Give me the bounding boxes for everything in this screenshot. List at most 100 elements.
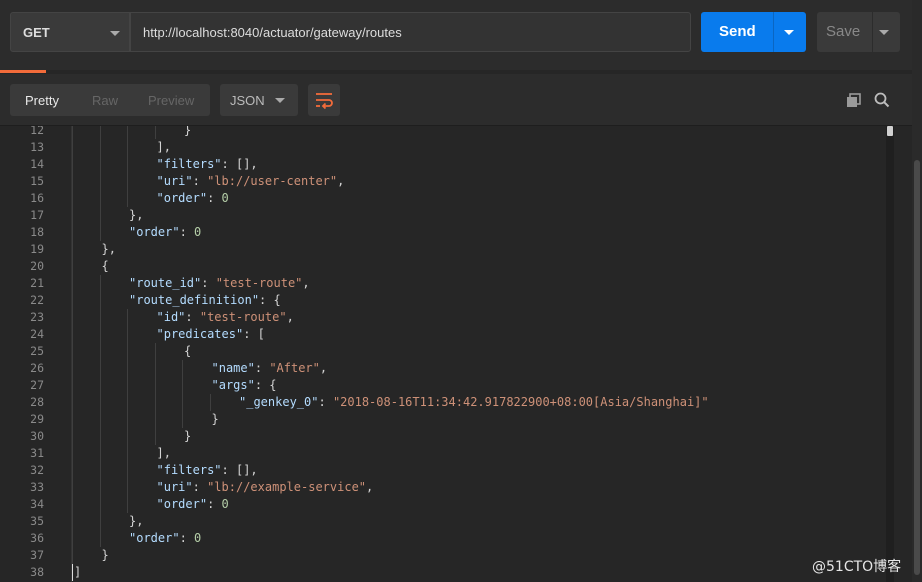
code-token: "filters"	[156, 157, 222, 171]
code-token: {	[101, 259, 109, 273]
indent-guide	[72, 462, 73, 479]
line-number: 26	[30, 361, 44, 375]
code-line: "_genkey_0": "2018-08-16T11:34:42.917822…	[239, 394, 709, 411]
code-line: "uri": "lb://example-service",	[157, 479, 374, 496]
indent-guide	[72, 496, 73, 513]
method-dropdown[interactable]: GET	[10, 12, 130, 52]
code-token: : {	[254, 378, 277, 392]
line-number: 35	[30, 514, 44, 528]
indent-guide	[99, 445, 101, 462]
indent-guide	[182, 360, 183, 377]
url-input[interactable]	[130, 12, 691, 52]
line-number: 36	[30, 531, 44, 545]
indent-guide	[99, 394, 101, 411]
code-token: : [],	[221, 463, 258, 477]
code-token: 0	[221, 191, 229, 205]
code-token: :	[192, 480, 208, 494]
code-token: },	[101, 242, 116, 256]
indent-guide	[154, 360, 156, 377]
format-dropdown[interactable]: JSON	[220, 84, 298, 116]
indent-guide	[127, 377, 128, 394]
line-number: 15	[30, 174, 44, 188]
send-options-chevron-icon[interactable]	[784, 30, 794, 35]
indent-guide	[72, 445, 73, 462]
code-token: :	[207, 191, 222, 205]
code-token: "lb://user-center"	[207, 174, 338, 188]
send-label: Send	[719, 23, 756, 40]
method-label: GET	[23, 25, 50, 40]
indent-guide	[127, 126, 128, 139]
response-body[interactable]: 12 13 14 15 16 17 18 19 20 21 22 23 24 25 26 27 28 29 30 31…	[0, 126, 922, 582]
indent-guide	[127, 445, 128, 462]
response-toolbar: Pretty Raw Preview JSON	[0, 74, 922, 126]
indent-guide	[72, 360, 73, 377]
editor-scrollbar-track[interactable]	[886, 126, 894, 582]
indent-guide	[154, 394, 156, 411]
code-line: "name": "After",	[212, 360, 328, 377]
line-number: 20	[30, 259, 44, 273]
code-token: ,	[366, 480, 374, 494]
tab-raw[interactable]: Raw	[92, 93, 118, 108]
tab-pretty[interactable]: Pretty	[25, 93, 59, 108]
indent-guide	[99, 173, 101, 190]
indent-guide	[72, 190, 73, 207]
code-line: {	[102, 258, 109, 275]
indent-guide	[72, 292, 73, 309]
code-token: : [],	[221, 157, 258, 171]
line-number: 38	[30, 565, 44, 579]
indent-guide	[99, 126, 101, 139]
code-token: },	[129, 514, 144, 528]
code-line: }	[184, 428, 191, 445]
indent-guide	[127, 173, 128, 190]
code-line: }	[212, 411, 219, 428]
request-bar: GET Send Save	[0, 0, 922, 70]
indent-guide	[127, 360, 128, 377]
code-token: }	[211, 412, 219, 426]
code-token: "route_id"	[129, 276, 202, 290]
editor-scrollbar-thumb[interactable]	[887, 126, 893, 136]
copy-icon[interactable]	[846, 93, 862, 109]
code-line: ]	[74, 564, 81, 581]
code-line: ],	[157, 139, 171, 156]
indent-guide	[127, 462, 128, 479]
tab-preview[interactable]: Preview	[148, 93, 194, 108]
view-mode-group: Pretty Raw Preview	[10, 84, 210, 116]
line-number: 31	[30, 446, 44, 460]
line-number: 23	[30, 310, 44, 324]
indent-guide	[72, 394, 73, 411]
code-token: "test-route"	[199, 310, 287, 324]
indent-guide	[99, 530, 101, 547]
code-token: "After"	[269, 361, 320, 375]
indent-guide	[127, 394, 128, 411]
code-line: "route_id": "test-route",	[129, 275, 310, 292]
line-number-gutter: 12 13 14 15 16 17 18 19 20 21 22 23 24 25 26 27 28 29 30 31…	[0, 126, 72, 582]
save-options-chevron-icon[interactable]	[879, 30, 889, 35]
indent-guide	[99, 275, 101, 292]
code-token: 0	[221, 497, 229, 511]
code-token: "args"	[211, 378, 255, 392]
indent-guide	[127, 156, 128, 173]
code-token: "order"	[129, 225, 180, 239]
indent-guide	[127, 496, 128, 513]
code-token: 0	[194, 225, 202, 239]
line-number: 24	[30, 327, 44, 341]
page-scrollbar-thumb[interactable]	[914, 160, 920, 575]
line-number: 33	[30, 480, 44, 494]
indent-guide	[99, 139, 101, 156]
search-icon[interactable]	[874, 92, 890, 108]
send-button[interactable]: Send	[701, 12, 806, 52]
indent-guide	[72, 343, 73, 360]
chevron-down-icon	[110, 31, 120, 36]
save-button[interactable]: Save	[817, 12, 900, 52]
indent-guide	[182, 411, 183, 428]
wrap-lines-button[interactable]	[308, 84, 340, 116]
code-token: ,	[302, 276, 310, 290]
line-number: 19	[30, 242, 44, 256]
active-tab-accent	[0, 70, 46, 73]
indent-guide	[72, 411, 73, 428]
indent-guide	[127, 479, 128, 496]
code-token: },	[129, 208, 144, 222]
code-token: : {	[259, 293, 281, 307]
code-token: ,	[337, 174, 345, 188]
line-number: 17	[30, 208, 44, 222]
